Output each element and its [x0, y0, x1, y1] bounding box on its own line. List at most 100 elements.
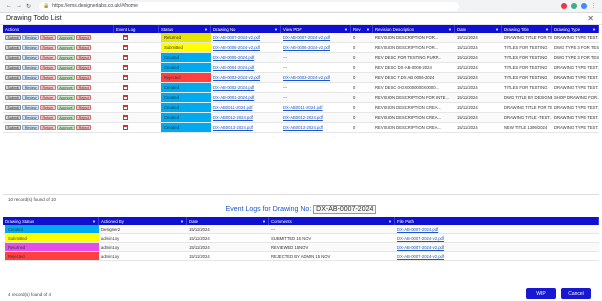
approve-button[interactable]: Approve	[56, 125, 76, 130]
calendar-icon[interactable]	[123, 105, 128, 110]
filter-icon[interactable]: ▼	[495, 27, 499, 32]
submit-button[interactable]: Submit	[5, 55, 22, 60]
submit-button[interactable]: Submit	[5, 35, 22, 40]
calendar-icon[interactable]	[123, 125, 128, 130]
reload-icon[interactable]: ↻	[26, 3, 31, 10]
menu-icon[interactable]: ⋮	[591, 3, 596, 9]
approve-button[interactable]: Approve	[56, 95, 76, 100]
submit-button[interactable]: Submit	[5, 105, 22, 110]
calendar-icon[interactable]	[123, 65, 128, 70]
review-button[interactable]: Review	[22, 65, 39, 70]
column-header[interactable]: Drawing Title ▼	[502, 25, 552, 33]
submit-button[interactable]: Submit	[5, 125, 22, 130]
pdf-link[interactable]: DX-AB-0006-2024-v2.pdf	[283, 45, 330, 50]
submit-button[interactable]: Submit	[5, 85, 22, 90]
filter-icon[interactable]: ▼	[262, 219, 266, 224]
drawing-link[interactable]: DX-AB-0007-2024-v2.pdf	[213, 35, 260, 40]
column-header[interactable]: File Path	[395, 217, 599, 225]
column-header[interactable]: Event Log	[114, 25, 159, 33]
review-button[interactable]: Review	[22, 75, 39, 80]
calendar-icon[interactable]	[123, 85, 128, 90]
return-button[interactable]: Return	[39, 45, 56, 50]
column-header[interactable]: Drawing Status ▼	[3, 217, 99, 225]
drawing-link[interactable]: DX-AB-0005-2024.pdf	[213, 55, 254, 60]
pdf-link[interactable]: DX-AB0013-2024.pdf	[283, 125, 323, 130]
return-button[interactable]: Return	[39, 75, 56, 80]
close-icon[interactable]: ✕	[587, 14, 594, 23]
return-button[interactable]: Return	[39, 105, 56, 110]
column-header[interactable]: View PDF ▼	[281, 25, 351, 33]
return-button[interactable]: Return	[39, 55, 56, 60]
review-button[interactable]: Review	[22, 125, 39, 130]
calendar-icon[interactable]	[123, 95, 128, 100]
reject-button[interactable]: Reject	[76, 35, 92, 40]
approve-button[interactable]: Approve	[56, 55, 76, 60]
review-button[interactable]: Review	[22, 55, 39, 60]
filter-icon[interactable]: ▼	[366, 27, 370, 32]
return-button[interactable]: Return	[39, 125, 56, 130]
drawing-link[interactable]: DX-AB0013-2024.pdf	[213, 125, 253, 130]
review-button[interactable]: Review	[22, 95, 39, 100]
pdf-link[interactable]: DX-AB0011-2024.pdf	[283, 105, 323, 110]
column-header[interactable]: Comments ▼	[269, 217, 395, 225]
back-icon[interactable]: ←	[6, 3, 12, 10]
filter-icon[interactable]: ▼	[180, 219, 184, 224]
approve-button[interactable]: Approve	[56, 75, 76, 80]
reject-button[interactable]: Reject	[76, 65, 92, 70]
calendar-icon[interactable]	[123, 35, 128, 40]
submit-button[interactable]: Submit	[5, 45, 22, 50]
filter-icon[interactable]: ▼	[344, 27, 348, 32]
calendar-icon[interactable]	[123, 55, 128, 60]
drawing-link[interactable]: DX-AB-0006-2024-v2.pdf	[213, 45, 260, 50]
approve-button[interactable]: Approve	[56, 65, 76, 70]
column-header[interactable]: Date ▼	[187, 217, 269, 225]
calendar-icon[interactable]	[123, 45, 128, 50]
reject-button[interactable]: Reject	[76, 105, 92, 110]
column-header[interactable]: Actions	[3, 25, 114, 33]
profile-icon[interactable]	[581, 3, 587, 9]
return-button[interactable]: Return	[39, 95, 56, 100]
approve-button[interactable]: Approve	[56, 45, 76, 50]
approve-button[interactable]: Approve	[56, 105, 76, 110]
approve-button[interactable]: Approve	[56, 115, 76, 120]
extension-icon[interactable]	[561, 3, 567, 9]
review-button[interactable]: Review	[22, 45, 39, 50]
review-button[interactable]: Review	[22, 115, 39, 120]
approve-button[interactable]: Approve	[56, 85, 76, 90]
file-link[interactable]: DX-AB-0007-2024-v2.pdf	[397, 236, 444, 241]
column-header[interactable]: Rev ▼	[351, 25, 373, 33]
file-link[interactable]: DX-AB-0007-2024.pdf	[397, 227, 438, 232]
column-header[interactable]: Revision Description ▼	[373, 25, 455, 33]
calendar-icon[interactable]	[123, 115, 128, 120]
extension-icon[interactable]	[571, 3, 577, 9]
forward-icon[interactable]: →	[16, 3, 22, 10]
column-header[interactable]: Date ▼	[455, 25, 502, 33]
drawing-link[interactable]: DX-AB-0004-2024.pdf	[213, 65, 254, 70]
filter-icon[interactable]: ▼	[274, 27, 278, 32]
pdf-link[interactable]: DX-AB0012-2024.pdf	[283, 115, 323, 120]
reject-button[interactable]: Reject	[76, 125, 92, 130]
reject-button[interactable]: Reject	[76, 85, 92, 90]
review-button[interactable]: Review	[22, 105, 39, 110]
pdf-link[interactable]: DX-AB-0003-2024-v2.pdf	[283, 75, 330, 80]
column-header[interactable]: Drawing No ▼	[211, 25, 281, 33]
reject-button[interactable]: Reject	[76, 115, 92, 120]
return-button[interactable]: Return	[39, 115, 56, 120]
address-bar[interactable]: 🔒 https://ems.designerlabs.co.uk/#/home	[39, 1, 460, 11]
drawing-link[interactable]: DX-AB-0002-2024.pdf	[213, 85, 254, 90]
drawing-link[interactable]: DX-AB0012-2024.pdf	[213, 115, 253, 120]
column-header[interactable]: Drawing Type ▼	[552, 25, 599, 33]
drawing-link[interactable]: DX-AB0011-2024.pdf	[213, 105, 253, 110]
review-button[interactable]: Review	[22, 35, 39, 40]
approve-button[interactable]: Approve	[56, 35, 76, 40]
calendar-icon[interactable]	[123, 75, 128, 80]
return-button[interactable]: Return	[39, 35, 56, 40]
reject-button[interactable]: Reject	[76, 45, 92, 50]
drawing-link[interactable]: DX-AB-0001-2024.pdf	[213, 95, 254, 100]
submit-button[interactable]: Submit	[5, 115, 22, 120]
drawing-link[interactable]: DX-AB-0003-2024-v2.pdf	[213, 75, 260, 80]
filter-icon[interactable]: ▼	[592, 27, 596, 32]
column-header[interactable]: Actioned By ▼	[99, 217, 187, 225]
cancel-button[interactable]: Cancel	[561, 288, 591, 299]
filter-icon[interactable]: ▼	[92, 219, 96, 224]
